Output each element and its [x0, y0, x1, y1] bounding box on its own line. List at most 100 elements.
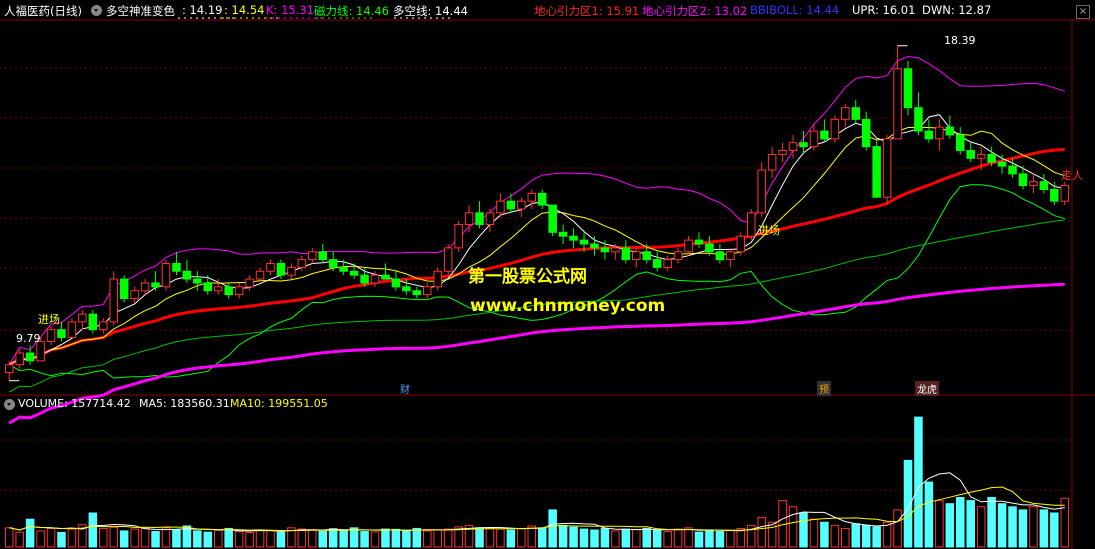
entry-signal-2: 进场 [758, 224, 780, 237]
volume-bar [485, 527, 495, 548]
volume-gear-icon[interactable] [4, 399, 15, 410]
candle-body [558, 231, 568, 237]
volume-bar [767, 521, 777, 548]
value-1: : 14.19 [182, 3, 223, 17]
volume-bar [579, 528, 589, 548]
candle-body [464, 212, 474, 226]
candle-body [799, 142, 808, 148]
volume-bar [966, 500, 975, 548]
upr-value: UPR: 16.01 [852, 3, 916, 17]
candle-body [151, 282, 160, 288]
close-icon[interactable]: × [1076, 5, 1090, 19]
candle-body [308, 251, 317, 261]
volume-bar [433, 529, 442, 548]
volume-bar [642, 527, 651, 548]
volume-bar [245, 531, 254, 548]
volume-bar [1039, 509, 1049, 548]
candle-body [987, 153, 996, 163]
exit-signal: 走人 [1061, 169, 1083, 182]
volume-bar [360, 531, 369, 548]
volume-bar [621, 528, 631, 548]
volume-bar [736, 527, 746, 548]
volume-bar [67, 528, 77, 548]
candle-body [328, 259, 338, 268]
volume-bar [1050, 512, 1059, 548]
candle-body [203, 282, 213, 292]
volume-bar [705, 530, 714, 548]
candle-body [161, 262, 171, 288]
candle-body [673, 251, 683, 261]
candle-body [537, 192, 547, 206]
indicator-header: 人福医药(日线) 多空神准变色 : 14.19 : 14.54 K: 15.31… [0, 0, 1095, 20]
volume-bar [652, 529, 662, 548]
candle-body [684, 239, 693, 253]
candle-body [360, 274, 369, 284]
volume-bar [799, 512, 808, 548]
volume-bar [88, 512, 98, 548]
candle-body [381, 274, 390, 280]
dixin1-value: 地心引力区1: 15.91 [534, 4, 640, 18]
volume-bar [569, 526, 578, 548]
volume-bar [715, 531, 725, 548]
volume-bar [46, 527, 56, 548]
candle-body [57, 329, 66, 338]
value-2: : 14.54 [224, 3, 265, 17]
candle-body [694, 239, 704, 245]
candle-body [1008, 165, 1017, 175]
candle-body [46, 329, 56, 342]
candle-body [119, 278, 129, 300]
watermark-url: www.chnmoney.com [470, 296, 666, 316]
candle-body [475, 212, 484, 226]
candle-body [746, 212, 756, 237]
dwn-value: DWN: 12.87 [922, 3, 992, 17]
indicator-name[interactable]: 多空神准变色 [106, 3, 175, 19]
volume-bar [788, 506, 798, 548]
volume-bar [130, 528, 139, 548]
candle-body [287, 266, 296, 276]
candle-body [820, 130, 829, 140]
candle-body [548, 204, 557, 233]
candle-body [182, 270, 192, 280]
candle-body [579, 239, 589, 245]
volume-bar [893, 509, 902, 548]
volume-bar [1029, 506, 1038, 548]
candle-body [914, 107, 923, 132]
candle-body [370, 274, 380, 284]
settings-gear-icon[interactable] [91, 5, 102, 16]
volume-bar [213, 529, 223, 548]
candle-body [193, 278, 202, 284]
volume-bar [1008, 506, 1017, 548]
candle-body [485, 212, 495, 226]
candle-body [945, 126, 955, 136]
candle-body [339, 266, 348, 272]
candle-body [433, 270, 442, 288]
candle-body [88, 313, 98, 331]
event-marker-yu[interactable]: 预 [817, 381, 831, 396]
volume-bar [443, 528, 453, 548]
candle-body [976, 153, 986, 159]
candle-body [1039, 181, 1049, 190]
event-marker-cai[interactable]: 财 [398, 381, 412, 396]
volume-bar [527, 525, 537, 548]
candle-body [224, 286, 233, 296]
candle-body [15, 352, 24, 366]
candle-body [882, 138, 892, 198]
volume-bar [956, 497, 965, 548]
candle-body [778, 150, 787, 155]
candle-body [423, 286, 432, 296]
duokong-value: 多空线: 14.44 [393, 4, 468, 18]
low-price-label: 9.79 [16, 332, 41, 345]
volume-bar [349, 527, 359, 548]
volume-value: VOLUME: 157714.42 [18, 397, 131, 410]
candle-body [25, 352, 35, 362]
volume-bar [255, 529, 265, 548]
volume-bar [203, 531, 213, 548]
candle-body [893, 68, 902, 140]
volume-bar [914, 416, 923, 548]
event-marker-longhu[interactable]: 龙虎 [915, 381, 939, 396]
candle-body [903, 68, 913, 109]
volume-bar [402, 530, 411, 548]
candle-body [715, 251, 725, 261]
volume-bar [820, 521, 829, 548]
volume-bar [590, 529, 599, 548]
